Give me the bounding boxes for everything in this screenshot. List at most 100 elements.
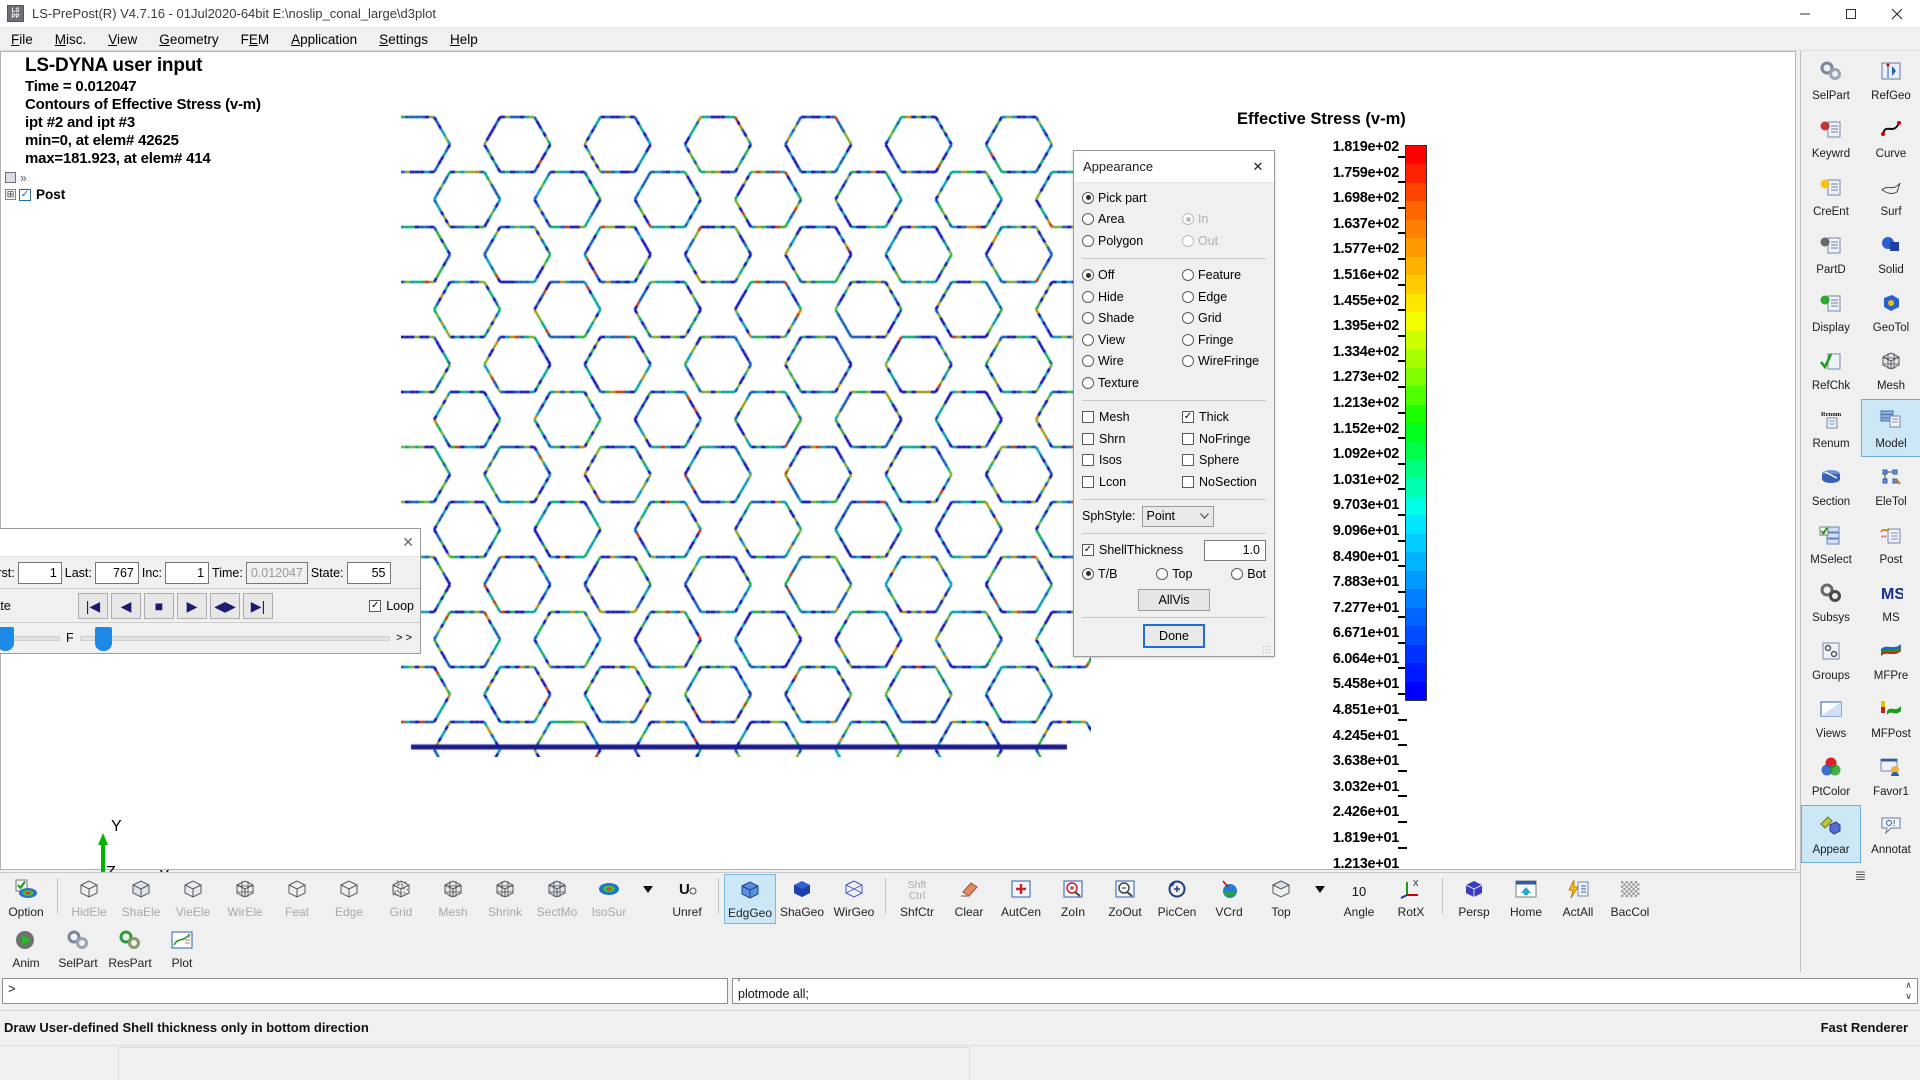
toolbar-button-actall[interactable]: ActAll xyxy=(1552,874,1604,924)
right-toolbar-views[interactable]: Views xyxy=(1801,689,1861,747)
right-toolbar-mfpre[interactable]: MFPre xyxy=(1861,631,1920,689)
right-toolbar-groups[interactable]: Groups xyxy=(1801,631,1861,689)
check-nofringe[interactable]: NoFringe xyxy=(1182,428,1266,450)
speed-slider-thumb[interactable] xyxy=(0,627,14,651)
transport-buttons[interactable]: |◀ ◀ ■ ▶ ◀▶ ▶| xyxy=(78,593,273,619)
toolbar-button-shageo[interactable]: ShaGeo xyxy=(776,874,828,924)
appearance-dialog[interactable]: Appearance ✕ Pick part Area Polygon In Out … xyxy=(1073,150,1275,657)
menu-misc[interactable]: Misc. xyxy=(44,30,98,49)
allvis-button[interactable]: AllVis xyxy=(1138,589,1210,611)
scroll-down-icon[interactable]: ∨ xyxy=(1902,991,1915,1002)
check-shrn[interactable]: Shrn xyxy=(1082,428,1182,450)
maximize-button[interactable] xyxy=(1828,0,1874,28)
radio-polygon[interactable]: Polygon xyxy=(1082,230,1182,252)
right-toolbar-partd[interactable]: PartD xyxy=(1801,225,1861,283)
close-icon[interactable]: ✕ xyxy=(1248,159,1268,175)
right-toolbar-renum[interactable]: Renum Renum xyxy=(1801,399,1861,457)
speed-slider[interactable] xyxy=(0,636,60,641)
right-toolbar-section[interactable]: Section xyxy=(1801,457,1861,515)
toolbar-button-persp[interactable]: Persp xyxy=(1448,874,1500,924)
right-toolbar-surf[interactable]: Surf xyxy=(1861,167,1920,225)
right-toolbar-creent[interactable]: CreEnt xyxy=(1801,167,1861,225)
toolbar-button-selpart[interactable]: SelPart xyxy=(52,925,104,975)
right-toolbar-refchk[interactable]: RefChk xyxy=(1801,341,1861,399)
close-button[interactable] xyxy=(1874,0,1920,28)
check-lcon[interactable]: Lcon xyxy=(1082,471,1182,493)
right-toolbar-appear[interactable]: Appear xyxy=(1801,805,1861,863)
toolbar-button-wirgeo[interactable]: WirGeo xyxy=(828,874,880,924)
tree-toolbar-row[interactable]: » xyxy=(5,169,65,186)
step-button[interactable]: ◀▶ xyxy=(210,593,240,619)
menu-geometry[interactable]: Geometry xyxy=(148,30,229,49)
toolbar-button-edggeo[interactable]: EdgGeo xyxy=(724,874,776,924)
command-output[interactable]: ' plotmode all; ∧ ∨ xyxy=(732,978,1918,1004)
toolbar-button-plot[interactable]: Plot xyxy=(156,925,208,975)
radio-fringe[interactable]: Fringe xyxy=(1182,329,1266,351)
inc-input[interactable]: 1 xyxy=(165,562,209,584)
play-backward-button[interactable]: ◀ xyxy=(111,593,141,619)
toolbar-button-clear[interactable]: Clear xyxy=(943,874,995,924)
animate-panel[interactable]: Animate ✕ Eigen First: 1 Last: 767 Inc: … xyxy=(0,528,421,654)
right-toolbar-subsys[interactable]: Subsys xyxy=(1801,573,1861,631)
first-frame-button[interactable]: |◀ xyxy=(78,593,108,619)
inout-radio-group[interactable]: In Out xyxy=(1182,187,1266,252)
play-forward-button[interactable]: ▶ xyxy=(177,593,207,619)
right-toolbar-model[interactable]: Model xyxy=(1861,399,1920,457)
command-output-scrollbar[interactable]: ∧ ∨ xyxy=(1902,980,1915,1002)
radio-bot[interactable]: Bot xyxy=(1231,563,1266,585)
check-thick[interactable]: ✓ Thick xyxy=(1182,407,1266,429)
right-toolbar-ms[interactable]: MS MS xyxy=(1861,573,1920,631)
toolbar-button-respart[interactable]: ResPart xyxy=(104,925,156,975)
toolbar-button-anim[interactable]: Anim xyxy=(0,925,52,975)
right-toolbar-overflow-icon[interactable]: ≣ xyxy=(1801,867,1920,884)
scroll-up-icon[interactable]: ∧ xyxy=(1902,980,1915,991)
appearance-dialog-titlebar[interactable]: Appearance ✕ xyxy=(1074,151,1274,183)
right-toolbar-mselect[interactable]: MSelect xyxy=(1801,515,1861,573)
right-toolbar-solid[interactable]: Solid xyxy=(1861,225,1920,283)
toolbar-button-zoout[interactable]: ZoOut xyxy=(1099,874,1151,924)
honeycomb-model-render[interactable] xyxy=(401,107,1091,757)
toolbar-chevron-down-icon[interactable] xyxy=(635,874,661,924)
shellthickness-input[interactable]: 1.0 xyxy=(1204,540,1266,561)
stop-button[interactable]: ■ xyxy=(144,593,174,619)
radio-shade[interactable]: Shade xyxy=(1082,308,1182,330)
options-left-group[interactable]: Mesh Shrn Isos Lcon xyxy=(1082,407,1182,493)
last-input[interactable]: 767 xyxy=(95,562,139,584)
right-toolbar-annotat[interactable]: ! Annotat xyxy=(1861,805,1920,863)
right-toolbar-mesh[interactable]: Mesh xyxy=(1861,341,1920,399)
toolbar-button-baccol[interactable]: BacCol xyxy=(1604,874,1656,924)
menu-settings[interactable]: Settings xyxy=(368,30,439,49)
toolbar-button-option[interactable]: Option xyxy=(0,874,52,924)
right-toolbar-selpart[interactable]: SelPart xyxy=(1801,51,1861,109)
done-button[interactable]: Done xyxy=(1143,624,1205,648)
tree-item-post[interactable]: ⊞ ✓ Post xyxy=(5,186,65,203)
right-toolbar-ptcolor[interactable]: PtColor xyxy=(1801,747,1861,805)
display-mode-right-group[interactable]: Feature Edge Grid Fringe WireFringe xyxy=(1182,265,1266,394)
animate-panel-titlebar[interactable]: Animate ✕ xyxy=(0,529,420,557)
state-input[interactable]: 55 xyxy=(347,562,391,584)
radio-texture[interactable]: Texture xyxy=(1082,372,1182,394)
menu-file[interactable]: File xyxy=(0,30,44,49)
animate-checkbox[interactable]: Animate xyxy=(0,595,78,617)
toolbar-button-angle[interactable]: 10 Angle xyxy=(1333,874,1385,924)
radio-off[interactable]: Off xyxy=(1082,265,1182,287)
toolbar-button-zoin[interactable]: ZoIn xyxy=(1047,874,1099,924)
shellthickness-checkbox[interactable]: ✓ ShellThickness xyxy=(1082,540,1204,562)
menu-fem[interactable]: FEM xyxy=(230,30,281,49)
loop-checkbox[interactable]: ✓ Loop xyxy=(369,595,414,617)
more-options-label[interactable]: > > xyxy=(396,632,412,644)
toolbar-button-rotx[interactable]: X RotX xyxy=(1385,874,1437,924)
pick-radio-group[interactable]: Pick part Area Polygon xyxy=(1082,187,1182,252)
toolbar-button-unref[interactable]: U Unref xyxy=(661,874,713,924)
resize-grip-icon[interactable] xyxy=(1262,645,1272,655)
radio-view[interactable]: View xyxy=(1082,329,1182,351)
check-sphere[interactable]: Sphere xyxy=(1182,450,1266,472)
right-toolbar-post[interactable]: ** Post xyxy=(1861,515,1920,573)
tree-chevron-icon[interactable]: » xyxy=(20,171,27,185)
radio-pickpart[interactable]: Pick part xyxy=(1082,187,1182,209)
command-input[interactable]: > xyxy=(2,978,728,1004)
menu-view[interactable]: View xyxy=(97,30,148,49)
tb-radio-group[interactable]: T/B Top Bot xyxy=(1082,563,1266,585)
right-toolbar-geotol[interactable]: GeoTol xyxy=(1861,283,1920,341)
last-frame-button[interactable]: ▶| xyxy=(243,593,273,619)
